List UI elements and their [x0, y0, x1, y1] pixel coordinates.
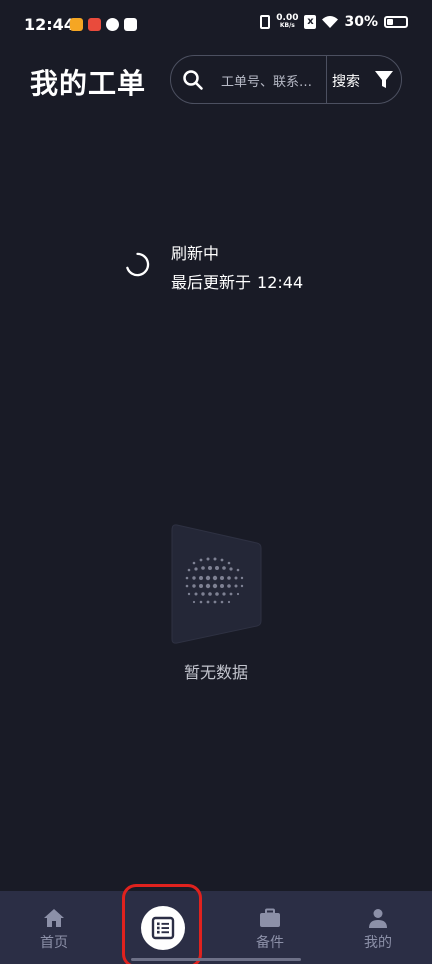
refresh-status: 刷新中 [171, 244, 220, 263]
app-notification-icon [106, 18, 119, 31]
status-time: 12:44 [24, 15, 75, 34]
search-icon[interactable] [182, 69, 204, 91]
bottom-nav: 首页 备件 我的 [0, 891, 432, 964]
nav-mine-label: 我的 [364, 935, 392, 951]
network-speed-unit: KB/s [279, 22, 295, 29]
home-icon [44, 909, 64, 927]
search-divider [326, 56, 327, 103]
battery-percent: 30% [344, 14, 378, 30]
app-notification-icon [88, 18, 101, 31]
notification-icons [70, 18, 137, 31]
network-speed-value: 0.00 [276, 13, 299, 23]
user-icon [369, 909, 387, 928]
search-input[interactable]: 工单号、联系… [221, 71, 321, 90]
page-title: 我的工单 [30, 67, 147, 100]
last-updated-time: 12:44 [257, 273, 304, 292]
last-updated-label: 最后更新于 [171, 273, 252, 292]
nav-home[interactable]: 首页 [24, 891, 84, 964]
app-notification-icon [70, 18, 83, 31]
search-button[interactable]: 搜索 [332, 71, 360, 91]
empty-state-text: 暂无数据 [183, 663, 248, 682]
filter-icon[interactable] [374, 70, 394, 90]
briefcase-icon [260, 908, 280, 927]
nav-spare-parts[interactable]: 备件 [240, 891, 300, 964]
status-bar: 12:44 0.00 KB/s x 30% [0, 0, 432, 48]
home-indicator [131, 958, 301, 961]
app-notification-icon [124, 18, 137, 31]
network-speed: 0.00 KB/s [276, 14, 298, 30]
empty-data-illustration [171, 524, 262, 644]
nav-mine[interactable]: 我的 [348, 891, 408, 964]
vibrate-icon [260, 15, 271, 29]
battery-icon [384, 16, 408, 28]
search-bar[interactable]: 工单号、联系… 搜索 [170, 55, 402, 104]
highlight-annotation [122, 884, 202, 964]
refresh-last-updated: 最后更新于 12:44 [171, 269, 303, 293]
loading-spinner-icon [126, 252, 150, 277]
sim-icon: x [304, 15, 317, 29]
nav-home-label: 首页 [40, 935, 68, 951]
screen: 12:44 0.00 KB/s x 30% 我的工单 工单号、联系… 搜索 刷新… [0, 0, 432, 964]
status-right: 0.00 KB/s x 30% [260, 14, 408, 30]
wifi-icon [322, 16, 339, 28]
nav-spare-parts-label: 备件 [256, 935, 284, 951]
